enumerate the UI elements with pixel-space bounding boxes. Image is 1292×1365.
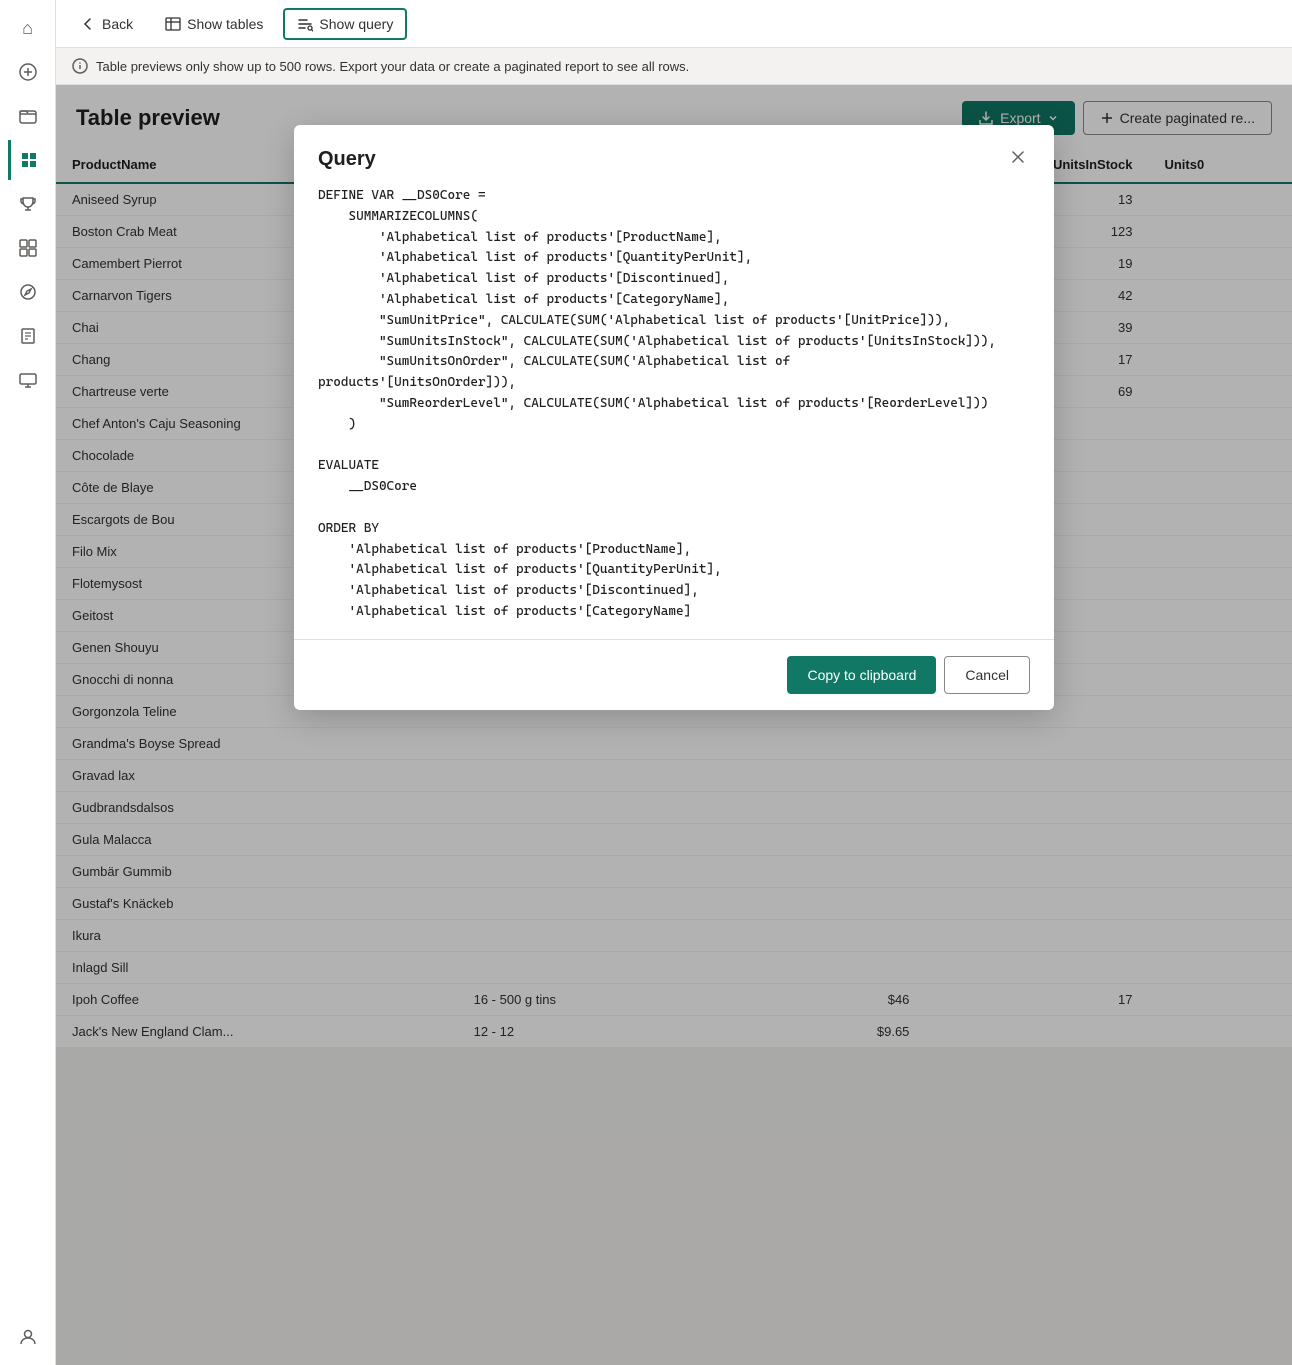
query-code-text: DEFINE VAR __DS0Core = SUMMARIZECOLUMNS(… (318, 186, 1030, 623)
sidebar-monitor-icon[interactable] (8, 360, 48, 400)
info-banner: Table previews only show up to 500 rows.… (56, 48, 1292, 85)
sidebar-data-icon[interactable] (8, 140, 48, 180)
sidebar-home-icon[interactable]: ⌂ (8, 8, 48, 48)
show-tables-label: Show tables (187, 16, 263, 32)
sidebar-apps-icon[interactable] (8, 228, 48, 268)
info-icon (72, 58, 88, 74)
main-content: Back Show tables Show query Table previe… (56, 0, 1292, 1365)
sidebar-person-icon[interactable] (8, 1317, 48, 1357)
sidebar-plus-icon[interactable] (8, 52, 48, 92)
sidebar-explore-icon[interactable] (8, 272, 48, 312)
query-dialog: Query DEFINE VAR __DS0Core = SUMMARIZECO… (294, 125, 1054, 710)
close-icon (1010, 149, 1026, 165)
cancel-button[interactable]: Cancel (944, 656, 1030, 694)
dialog-body: DEFINE VAR __DS0Core = SUMMARIZECOLUMNS(… (294, 186, 1054, 639)
show-query-button[interactable]: Show query (283, 8, 407, 40)
back-button[interactable]: Back (68, 10, 145, 38)
sidebar: ⌂ (0, 0, 56, 1365)
back-label: Back (102, 16, 133, 32)
dialog-header: Query (294, 125, 1054, 186)
dialog-close-button[interactable] (1006, 145, 1030, 174)
sidebar-book-icon[interactable] (8, 316, 48, 356)
show-tables-button[interactable]: Show tables (153, 10, 275, 38)
dialog-footer: Copy to clipboard Cancel (294, 639, 1054, 710)
content-area: Table preview Export Create paginated re… (56, 85, 1292, 1365)
dialog-overlay: Query DEFINE VAR __DS0Core = SUMMARIZECO… (56, 85, 1292, 1365)
banner-text: Table previews only show up to 500 rows.… (96, 59, 689, 74)
sidebar-folder-icon[interactable] (8, 96, 48, 136)
sidebar-trophy-icon[interactable] (8, 184, 48, 224)
dialog-title: Query (318, 148, 376, 171)
topnav: Back Show tables Show query (56, 0, 1292, 48)
copy-to-clipboard-button[interactable]: Copy to clipboard (787, 656, 936, 694)
show-query-label: Show query (319, 16, 393, 32)
